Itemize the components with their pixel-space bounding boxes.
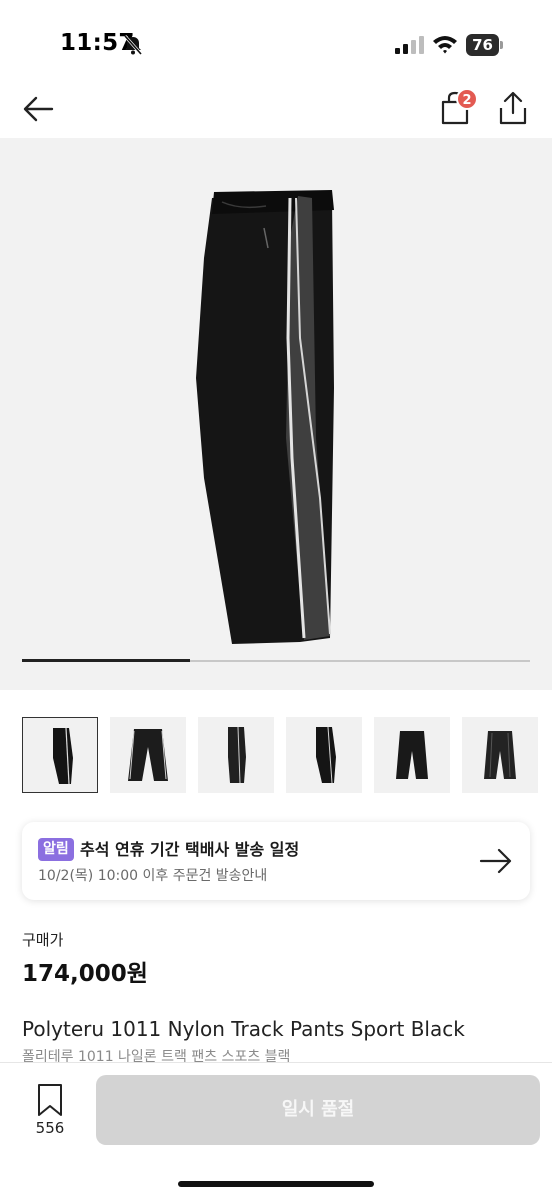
thumbnail-2[interactable] bbox=[110, 717, 186, 793]
thumbnail-3[interactable] bbox=[198, 717, 274, 793]
carousel-progress-track bbox=[22, 659, 530, 662]
battery-level: 76 bbox=[466, 34, 499, 56]
price-label: 구매가 bbox=[22, 931, 64, 949]
wifi-icon bbox=[433, 36, 457, 54]
thumbnail-pants-image bbox=[228, 726, 246, 784]
back-arrow-icon[interactable] bbox=[22, 92, 56, 126]
bottom-action-bar: 556 일시 품절 bbox=[0, 1062, 552, 1200]
thumbnail-strip bbox=[22, 717, 552, 795]
sold-out-button[interactable]: 일시 품절 bbox=[96, 1075, 540, 1145]
price-value: 174,000원 bbox=[22, 961, 148, 987]
bookmark-icon bbox=[38, 1084, 62, 1116]
notice-badge: 알림 bbox=[38, 838, 74, 861]
thumbnail-pants-image bbox=[53, 727, 73, 785]
thumbnail-5[interactable] bbox=[374, 717, 450, 793]
product-title: Polyteru 1011 Nylon Track Pants Sport Bl… bbox=[22, 1017, 465, 1041]
thumbnail-6[interactable] bbox=[462, 717, 538, 793]
bookmark-count: 556 bbox=[35, 1119, 65, 1137]
nav-bar: 2 bbox=[0, 84, 552, 136]
notice-banner[interactable]: 알림 추석 연휴 기간 택배사 발송 일정 10/2(목) 10:00 이후 주… bbox=[22, 822, 530, 900]
home-indicator bbox=[178, 1181, 374, 1187]
notice-title: 추석 연휴 기간 택배사 발송 일정 bbox=[80, 840, 300, 859]
product-photo-pants bbox=[196, 190, 334, 644]
thumbnail-pants-image bbox=[316, 726, 336, 784]
thumbnail-pants-image bbox=[484, 731, 516, 779]
thumbnail-pants-image bbox=[396, 731, 428, 779]
notice-subtitle: 10/2(목) 10:00 이후 주문건 발송안내 bbox=[38, 868, 268, 884]
carousel-progress-fill bbox=[22, 659, 190, 662]
battery-cap bbox=[500, 41, 503, 49]
thumbnail-4[interactable] bbox=[286, 717, 362, 793]
bell-slash-icon bbox=[123, 35, 143, 55]
share-icon[interactable] bbox=[496, 90, 530, 126]
signal-icon bbox=[395, 36, 424, 54]
thumbnail-1[interactable] bbox=[22, 717, 98, 793]
product-image-carousel[interactable] bbox=[0, 138, 552, 690]
status-bar: 11:57 76 bbox=[0, 0, 552, 84]
battery-indicator: 76 bbox=[466, 34, 504, 56]
bookmark-button[interactable]: 556 bbox=[22, 1083, 78, 1143]
thumbnail-pants-image bbox=[128, 729, 168, 781]
arrow-right-icon bbox=[479, 848, 512, 874]
cart-count-badge: 2 bbox=[456, 88, 478, 110]
